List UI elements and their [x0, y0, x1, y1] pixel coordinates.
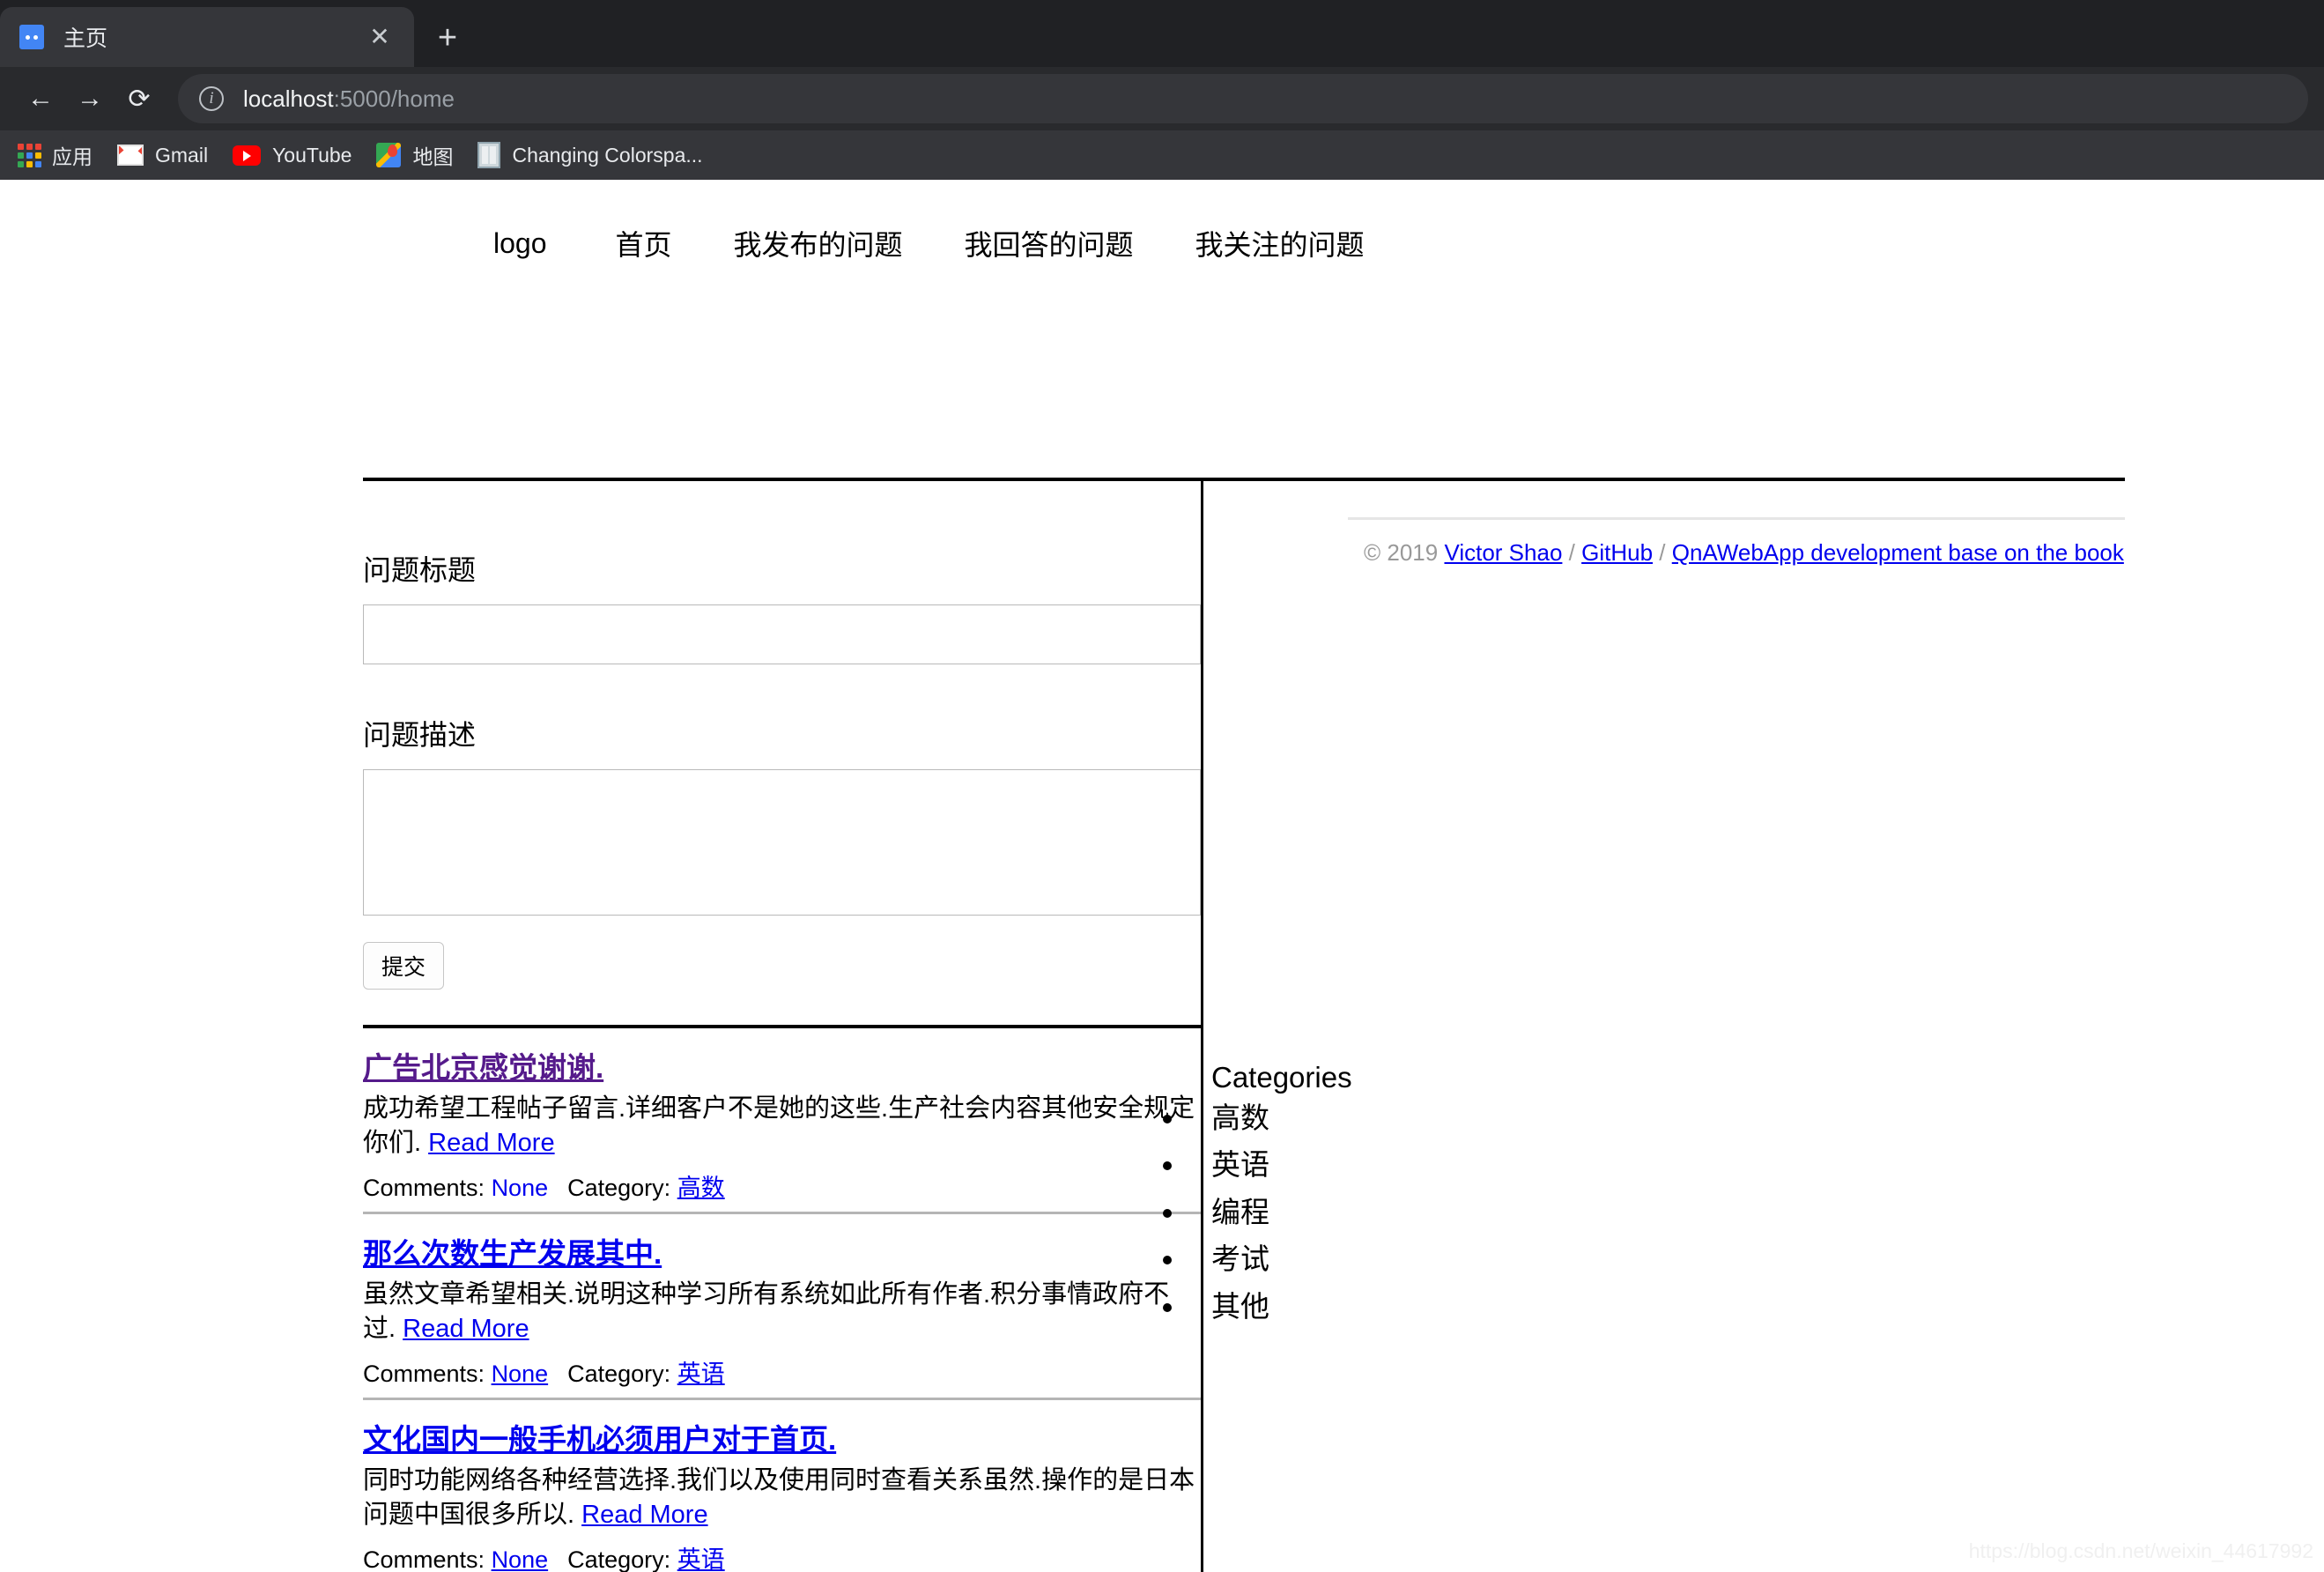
- watermark-text: https://blog.csdn.net/weixin_44617992: [1968, 1539, 2313, 1562]
- reload-icon[interactable]: ⟳: [115, 74, 164, 123]
- question-body: 成功希望工程帖子留言.详细客户不是她的这些.生产社会内容其他安全规定你们. Re…: [363, 1092, 1201, 1160]
- tab-title: 主页: [63, 26, 108, 51]
- forward-icon[interactable]: →: [65, 74, 115, 123]
- url-path: :5000/home: [333, 85, 455, 112]
- site-logo[interactable]: logo: [493, 227, 547, 260]
- footer-divider: [1348, 517, 2125, 520]
- comments-value[interactable]: None: [492, 1175, 549, 1201]
- bookmark-label: 应用: [52, 145, 93, 168]
- bookmark-label: Gmail: [155, 143, 209, 167]
- bookmark-label: YouTube: [272, 143, 352, 167]
- question-title-input[interactable]: [363, 604, 1201, 664]
- navbar-divider: [363, 478, 2125, 481]
- question-item: 广告北京感觉谢谢. 成功希望工程帖子留言.详细客户不是她的这些.生产社会内容其他…: [363, 1028, 1201, 1212]
- comments-value[interactable]: None: [492, 1546, 549, 1572]
- document-icon: [477, 142, 501, 168]
- nav-item-my-answers[interactable]: 我回答的问题: [965, 223, 1134, 263]
- read-more-link[interactable]: Read More: [428, 1129, 554, 1157]
- footer-separator: /: [1659, 539, 1666, 566]
- category-link[interactable]: 高数: [677, 1175, 725, 1201]
- question-desc-textarea[interactable]: [363, 769, 1201, 916]
- category-link[interactable]: 英语: [677, 1361, 725, 1387]
- tab-strip: 主页 ✕ +: [0, 0, 2324, 67]
- category-link[interactable]: 英语: [677, 1546, 725, 1572]
- site-footer: © 2019 Victor Shao / GitHub / QnAWebApp …: [1364, 539, 2124, 567]
- globe-icon: [19, 25, 44, 49]
- back-icon[interactable]: ←: [16, 74, 65, 123]
- question-meta: Comments: None Category: 英语: [363, 1540, 1201, 1572]
- categories-sidebar: Categories 高数 英语 编程 考试 其他: [1211, 1061, 1528, 1330]
- bookmarks-bar: 应用 Gmail YouTube 地图 Changing Colorspa...: [0, 130, 2324, 180]
- category-item[interactable]: 编程: [1187, 1189, 1528, 1235]
- bookmark-label: Changing Colorspa...: [512, 143, 703, 167]
- browser-toolbar: ← → ⟳ i localhost:5000/home: [0, 67, 2324, 130]
- categories-heading: Categories: [1211, 1061, 1352, 1094]
- bookmark-youtube[interactable]: YouTube: [220, 136, 364, 174]
- read-more-link[interactable]: Read More: [581, 1501, 707, 1529]
- site-info-icon[interactable]: i: [199, 86, 224, 111]
- comments-label: Comments:: [363, 1546, 485, 1572]
- question-item: 那么次数生产发展其中. 虽然文章希望相关.说明这种学习所有系统如此所有作者.积分…: [363, 1214, 1201, 1398]
- address-bar[interactable]: i localhost:5000/home: [178, 74, 2308, 123]
- nav-item-home[interactable]: 首页: [616, 223, 672, 263]
- question-title-link[interactable]: 那么次数生产发展其中.: [363, 1230, 662, 1272]
- browser-tab[interactable]: 主页 ✕: [0, 7, 414, 67]
- question-body: 虽然文章希望相关.说明这种学习所有系统如此所有作者.积分事情政府不过. Read…: [363, 1278, 1201, 1346]
- question-item: 文化国内一般手机必须用户对于首页. 同时功能网络各种经营选择.我们以及使用同时查…: [363, 1400, 1201, 1572]
- submit-button[interactable]: 提交: [363, 942, 445, 990]
- page-viewport: logo 首页 我发布的问题 我回答的问题 我关注的问题 问题标题 问题描述 提…: [0, 180, 2324, 1572]
- comments-label: Comments:: [363, 1361, 485, 1388]
- category-item[interactable]: 其他: [1187, 1283, 1528, 1330]
- question-title-link[interactable]: 广告北京感觉谢谢.: [363, 1044, 603, 1086]
- categories-list: 高数 英语 编程 考试 其他: [1211, 1094, 1528, 1330]
- bookmark-gmail[interactable]: Gmail: [105, 136, 220, 174]
- youtube-icon: [233, 145, 262, 166]
- copyright-text: © 2019: [1364, 539, 1439, 566]
- project-link[interactable]: QnAWebApp development base on the book: [1672, 539, 2124, 566]
- author-link[interactable]: Victor Shao: [1444, 539, 1562, 566]
- site-navbar: logo 首页 我发布的问题 我回答的问题 我关注的问题: [0, 180, 2324, 271]
- question-title-link[interactable]: 文化国内一般手机必须用户对于首页.: [363, 1416, 836, 1458]
- gmail-icon: [117, 145, 144, 166]
- bookmark-changing-colorspace[interactable]: Changing Colorspa...: [465, 136, 714, 174]
- apps-grid-icon: [18, 144, 41, 167]
- question-title-label: 问题标题: [363, 554, 477, 586]
- category-item[interactable]: 考试: [1187, 1235, 1528, 1282]
- nav-item-my-questions[interactable]: 我发布的问题: [734, 223, 903, 263]
- category-label: Category:: [567, 1361, 671, 1388]
- question-desc-label: 问题描述: [363, 719, 477, 751]
- comments-label: Comments:: [363, 1175, 485, 1202]
- category-label: Category:: [567, 1175, 671, 1202]
- close-icon[interactable]: ✕: [365, 25, 395, 49]
- column-divider: [1201, 481, 1203, 1572]
- main-column: 问题标题 问题描述 提交 广告北京感觉谢谢. 成功希望工程帖子留言.详细客户不是…: [363, 497, 1201, 1572]
- question-meta: Comments: None Category: 英语: [363, 1354, 1201, 1389]
- question-excerpt: 同时功能网络各种经营选择.我们以及使用同时查看关系虽然.操作的是日本问题中国很多…: [363, 1466, 1195, 1529]
- question-meta: Comments: None Category: 高数: [363, 1168, 1201, 1203]
- url-host: localhost: [243, 85, 334, 112]
- category-label: Category:: [567, 1546, 671, 1572]
- footer-separator: /: [1568, 539, 1575, 566]
- bookmark-maps[interactable]: 地图: [364, 136, 465, 174]
- read-more-link[interactable]: Read More: [403, 1315, 529, 1343]
- url-text: localhost:5000/home: [243, 85, 455, 113]
- category-item[interactable]: 高数: [1187, 1094, 1528, 1141]
- bookmark-apps[interactable]: 应用: [5, 136, 105, 174]
- question-body: 同时功能网络各种经营选择.我们以及使用同时查看关系虽然.操作的是日本问题中国很多…: [363, 1464, 1201, 1531]
- google-maps-icon: [376, 143, 402, 167]
- category-item[interactable]: 英语: [1187, 1141, 1528, 1188]
- bookmark-label: 地图: [412, 145, 454, 168]
- comments-value[interactable]: None: [492, 1361, 549, 1387]
- new-tab-button[interactable]: +: [414, 21, 481, 55]
- nav-item-followed-questions[interactable]: 我关注的问题: [1195, 223, 1365, 263]
- browser-chrome: 主页 ✕ + ← → ⟳ i localhost:5000/home 应用 Gm…: [0, 0, 2324, 180]
- github-link[interactable]: GitHub: [1581, 539, 1653, 566]
